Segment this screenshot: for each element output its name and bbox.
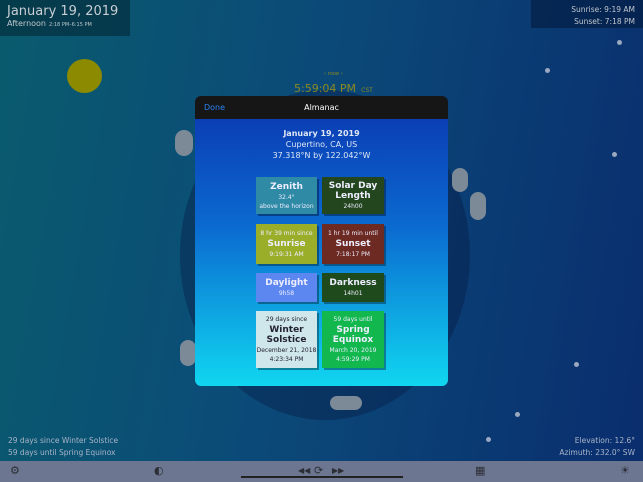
forward-icon[interactable]: ▶▶	[332, 466, 344, 475]
tile-spring-equinox[interactable]: 59 days until Spring Equinox March 20, 201…	[322, 311, 384, 368]
tile-top: 8 hr 39 min since	[260, 230, 313, 237]
date-title: January 19, 2019	[7, 4, 119, 19]
tile-title: Sunrise	[267, 239, 306, 249]
settings-icon[interactable]: ⚙	[10, 464, 20, 477]
star	[545, 68, 550, 73]
tile-sub2: above the horizon	[259, 202, 314, 210]
tile-top: 59 days until	[333, 316, 373, 323]
tile-darkness[interactable]: Darkness 14h01	[322, 273, 384, 302]
tile-sub1: March 20, 2019	[329, 347, 377, 354]
azimuth-info: Azimuth: 232.0° SW	[559, 448, 635, 457]
tile-solar-day-length[interactable]: Solar Day Length 24h00	[322, 177, 384, 214]
tile-title: Darkness	[329, 278, 377, 288]
star	[612, 152, 617, 157]
almanac-coords: 37.318°N by 122.042°W	[272, 151, 371, 160]
tile-winter-solstice[interactable]: 29 days since Winter Solstice December 21,…	[256, 311, 317, 368]
tile-sub1: 7:18:17 PM	[336, 251, 370, 258]
clock[interactable]: ‹ now › 5:59:04 PM CST	[294, 71, 373, 96]
tile-title: Solar Day Length	[328, 181, 378, 201]
solstice-info: 29 days since Winter Solstice	[8, 436, 119, 445]
rewind-icon[interactable]: ◀◀	[298, 466, 310, 475]
info-bar: 29 days since Winter Solstice 59 days un…	[0, 432, 643, 461]
period-label: Afternoon	[7, 19, 46, 28]
tile-sub1: December 21, 2018	[256, 347, 317, 354]
date-panel: January 19, 2019 Afternoon 2:18 PM–6:15 P…	[0, 0, 130, 36]
tile-sunrise[interactable]: 8 hr 39 min since Sunrise 9:19:31 AM	[256, 224, 317, 264]
brightness-icon[interactable]: ☀	[620, 464, 630, 477]
sun-icon	[67, 59, 102, 93]
sunrise-label: Sunrise: 9:19 AM	[571, 5, 635, 14]
tile-sub2: 4:59:29 PM	[336, 356, 370, 363]
time-label: 5:59:04 PM	[294, 82, 357, 95]
star	[617, 40, 622, 45]
tile-zenith[interactable]: Zenith 32.4° above the horizon	[256, 177, 317, 214]
cloud	[175, 130, 193, 156]
cloud	[330, 396, 362, 410]
tile-sub1: 32.4°	[278, 193, 295, 201]
tile-sub1: 9:19:31 AM	[269, 251, 304, 258]
timezone-label: CST	[361, 87, 373, 94]
equinox-info: 59 days until Spring Equinox	[8, 448, 116, 457]
tile-sub2: 4:23:34 PM	[269, 356, 304, 363]
modal-title: Almanac	[304, 103, 339, 112]
tile-title: Spring Equinox	[332, 325, 374, 345]
period-range: 2:18 PM–6:15 PM	[49, 22, 92, 28]
contrast-icon[interactable]: ◐	[154, 464, 164, 477]
almanac-modal: Done Almanac January 19, 2019 Cupertino,…	[195, 96, 448, 386]
tile-sub1: 14h01	[343, 290, 363, 297]
almanac-date: January 19, 2019	[283, 129, 360, 138]
tile-daylight[interactable]: Daylight 9h58	[256, 273, 317, 302]
cloud	[180, 340, 196, 366]
tile-title: Winter Solstice	[266, 325, 307, 345]
tile-sunset[interactable]: 1 hr 19 min until Sunset 7:18:17 PM	[322, 224, 384, 264]
grid-icon[interactable]: ▦	[475, 464, 485, 477]
tile-sub1: 9h58	[278, 290, 295, 297]
star	[574, 362, 579, 367]
tile-top: 1 hr 19 min until	[328, 230, 378, 237]
sun-times-panel: Sunrise: 9:19 AM Sunset: 7:18 PM	[531, 0, 643, 28]
almanac-location: Cupertino, CA, US	[285, 140, 358, 149]
tile-title: Zenith	[270, 181, 303, 192]
toolbar: ⚙ ◐ ◀◀ ⟳ ▶▶ ▦ ☀	[0, 461, 643, 482]
elevation-info: Elevation: 12.6°	[574, 436, 635, 445]
done-button[interactable]: Done	[204, 96, 225, 119]
tile-sub1: 24h00	[343, 203, 363, 210]
cloud	[452, 168, 468, 192]
tile-title: Sunset	[335, 239, 371, 249]
time-scrubber[interactable]	[241, 476, 403, 478]
modal-header: Done Almanac	[195, 96, 448, 119]
sunset-label: Sunset: 7:18 PM	[574, 17, 635, 26]
cloud	[470, 192, 486, 220]
tile-top: 29 days since	[265, 316, 308, 323]
star	[515, 412, 520, 417]
tile-title: Daylight	[265, 278, 308, 288]
